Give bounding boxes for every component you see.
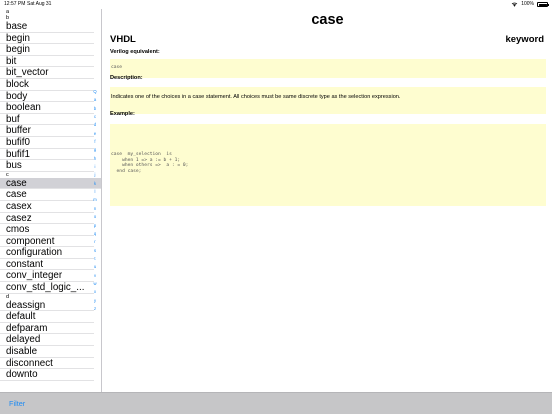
index-letter[interactable]: c	[92, 113, 98, 121]
index-search-icon[interactable]: Q	[92, 88, 98, 96]
battery-percent: 100%	[521, 1, 534, 7]
index-letter[interactable]: z	[92, 305, 98, 313]
index-letter[interactable]: b	[92, 105, 98, 113]
list-item[interactable]: constant	[0, 259, 94, 271]
index-letter[interactable]: s	[92, 247, 98, 255]
status-time: 12:57 PM	[4, 1, 26, 7]
list-rows: a b base begin begin bit bit_vector block body bo…	[0, 9, 101, 381]
index-letter[interactable]: m	[92, 196, 98, 204]
list-item[interactable]: cmos	[0, 224, 94, 236]
verilog-equivalent-box: case	[110, 59, 546, 78]
list-item[interactable]: default	[0, 311, 94, 323]
list-item[interactable]: begin	[0, 33, 94, 45]
list-item[interactable]: buffer	[0, 125, 94, 137]
status-date: Sat Aug 31	[27, 1, 52, 7]
list-item-selected[interactable]: case	[0, 177, 101, 190]
index-letter[interactable]: p	[92, 222, 98, 230]
example-label: Example:	[110, 111, 135, 117]
index-letter[interactable]: j	[92, 171, 98, 179]
list-item[interactable]: disconnect	[0, 358, 94, 370]
bottom-toolbar: Filter	[0, 392, 552, 414]
list-item[interactable]: body	[0, 91, 94, 103]
keyword-list[interactable]: a b base begin begin bit bit_vector block body bo…	[0, 9, 102, 392]
index-letter[interactable]: i	[92, 163, 98, 171]
list-item[interactable]: base	[0, 21, 94, 33]
list-item[interactable]: configuration	[0, 247, 94, 259]
list-item[interactable]: casex	[0, 201, 94, 213]
index-letter[interactable]: x	[92, 288, 98, 296]
index-letter[interactable]: v	[92, 272, 98, 280]
list-item[interactable]: bufif0	[0, 137, 94, 149]
list-item[interactable]: bus	[0, 160, 94, 172]
kind-label: keyword	[505, 34, 544, 45]
list-item[interactable]: begin	[0, 44, 94, 56]
list-item[interactable]: disable	[0, 346, 94, 358]
example-box: case my_selection is when 1 => a := b + …	[110, 124, 546, 206]
index-letter[interactable]: o	[92, 213, 98, 221]
index-letter[interactable]: r	[92, 238, 98, 246]
list-item[interactable]: case	[0, 189, 94, 201]
index-letter[interactable]: n	[92, 205, 98, 213]
index-letter[interactable]: q	[92, 230, 98, 238]
verilog-equivalent-label: Verilog equivalent:	[110, 49, 160, 55]
list-item[interactable]: deassign	[0, 300, 94, 312]
index-letter[interactable]: h	[92, 155, 98, 163]
list-item[interactable]: bit	[0, 56, 94, 68]
index-letter[interactable]: f	[92, 138, 98, 146]
description-text: Indicates one of the choices in a case s…	[111, 94, 401, 100]
list-item[interactable]: delayed	[0, 334, 94, 347]
list-item[interactable]: buf	[0, 114, 94, 126]
list-item[interactable]: bit_vector	[0, 67, 94, 79]
index-letter[interactable]: d	[92, 121, 98, 129]
list-item[interactable]: casez	[0, 213, 94, 225]
page-title: case	[311, 12, 344, 28]
example-code: case my_selection is when 1 => a := b + …	[111, 152, 189, 174]
list-item[interactable]: conv_integer	[0, 270, 94, 283]
detail-pane: case VHDL keyword Verilog equivalent: ca…	[103, 9, 552, 392]
index-letter[interactable]: u	[92, 263, 98, 271]
description-box: Indicates one of the choices in a case s…	[110, 87, 546, 114]
index-letter[interactable]: y	[92, 297, 98, 305]
index-letter[interactable]: g	[92, 146, 98, 154]
battery-icon	[537, 2, 549, 7]
index-letter[interactable]: w	[92, 280, 98, 288]
index-letter[interactable]: e	[92, 130, 98, 138]
status-bar: 12:57 PM Sat Aug 31 100%	[0, 0, 552, 9]
index-letter[interactable]: a	[92, 96, 98, 104]
list-item[interactable]: boolean	[0, 102, 94, 114]
language-label: VHDL	[110, 34, 136, 45]
section-index-bar[interactable]: Qabcdefghijklmnopqrstuvwxyz	[92, 88, 98, 313]
list-item[interactable]: block	[0, 79, 94, 91]
list-item[interactable]: conv_std_logic_...	[0, 282, 94, 294]
verilog-equivalent-value: case	[111, 65, 123, 70]
status-right: 100%	[511, 0, 549, 9]
list-item[interactable]: defparam	[0, 323, 94, 335]
list-item[interactable]: component	[0, 236, 94, 248]
wifi-icon	[511, 2, 518, 7]
filter-button[interactable]: Filter	[9, 399, 25, 408]
list-item[interactable]: downto	[0, 369, 94, 381]
description-label: Description:	[110, 75, 143, 81]
index-letter[interactable]: t	[92, 255, 98, 263]
index-letter[interactable]: l	[92, 188, 98, 196]
index-letter[interactable]: k	[92, 180, 98, 188]
list-item[interactable]: bufif1	[0, 149, 94, 161]
